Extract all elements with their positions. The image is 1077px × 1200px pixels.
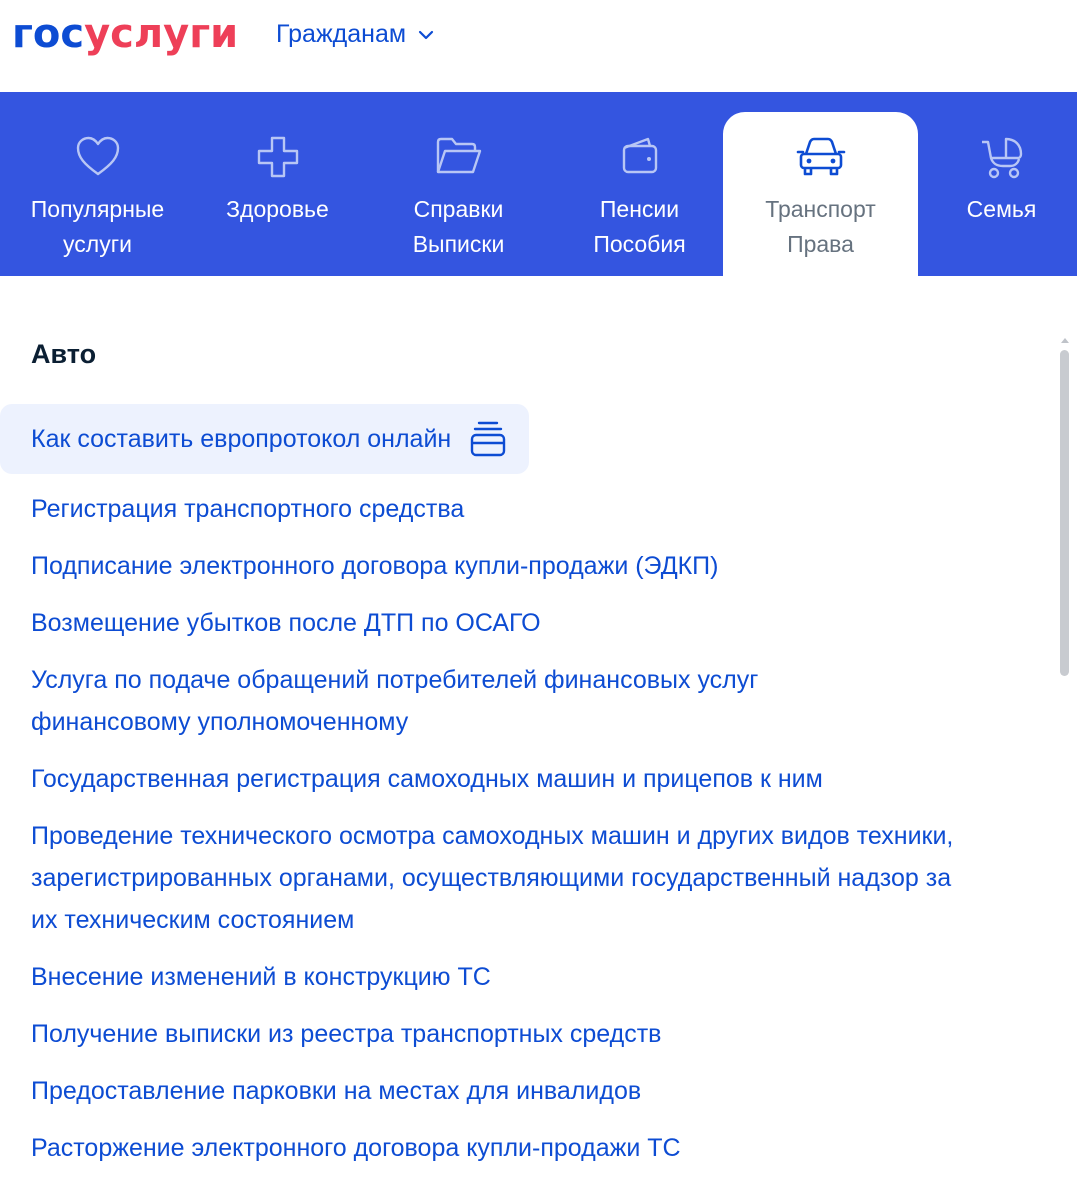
category-label-line2: Пособия [593,231,686,257]
category-pensions[interactable]: Пенсии Пособия [542,112,737,276]
service-link-europrotocol[interactable]: Как составить европротокол онлайн [0,404,530,474]
folder-icon [436,137,481,174]
service-link[interactable]: Предоставление парковки на местах для ин… [31,1070,981,1112]
layers-icon [471,421,506,457]
service-link[interactable]: Проведение технического осмотра самоходн… [31,815,976,941]
category-label-line1: Здоровье [226,196,329,222]
category-label-line1: Транспорт [765,196,876,222]
service-link[interactable]: Государственная регистрация самоходных м… [31,758,981,800]
wallet-icon [622,137,657,174]
category-label-line1: Пенсии [599,196,680,222]
service-link[interactable]: Регистрация транспортного средства [31,488,981,530]
services-list: Как составить европротокол онлайн Регист… [0,404,1031,1184]
scroll-up-arrow-icon[interactable] [1061,338,1069,343]
category-popular[interactable]: Популярные услуги [0,112,195,276]
scrollbar[interactable] [1058,338,1072,738]
audience-selector[interactable]: Гражданам [276,16,434,52]
heart-icon [76,136,119,176]
service-link[interactable]: Подписание электронного договора купли-п… [31,545,981,587]
chevron-down-icon [418,30,434,40]
service-link[interactable]: Получение выписки из реестра транспортны… [31,1013,981,1055]
category-certificates[interactable]: Справки Выписки [361,112,556,276]
category-bar: Популярные услуги Здоровье Справки Выпис… [0,92,1077,276]
logo-part-gos: гос [12,11,85,57]
category-family[interactable]: Семья [904,112,1077,276]
category-label-line2: Выписки [412,231,505,257]
category-label-line1: Справки [413,196,504,222]
category-label-line2: Права [787,231,854,257]
service-link[interactable]: Расторжение электронного договора купли-… [31,1127,981,1169]
medical-cross-icon [257,136,298,178]
category-label-line2: услуги [63,231,132,257]
audience-label: Гражданам [276,20,407,48]
logo-part-uslugi: услуги [84,11,239,57]
service-link-label: Как составить европротокол онлайн [31,425,452,453]
car-icon [796,137,845,176]
scrollbar-thumb[interactable] [1060,350,1069,676]
category-label-line1: Семья [966,196,1037,222]
service-link[interactable]: Услуга по подаче обращений потребителей … [31,659,871,743]
category-health[interactable]: Здоровье [180,112,375,276]
header: госуслуги Гражданам [0,0,1077,92]
services-panel: Авто Как составить европротокол онлайн Р… [0,276,1077,1200]
service-link[interactable]: Внесение изменений в конструкцию ТС [31,956,981,998]
gosuslugi-logo[interactable]: госуслуги [12,8,238,60]
section-title: Авто [31,339,97,369]
category-label-line1: Популярные [30,196,165,222]
service-link[interactable]: Возмещение убытков после ДТП по ОСАГО [31,602,981,644]
category-transport[interactable]: Транспорт Права [723,112,918,276]
stroller-icon [981,137,1022,179]
